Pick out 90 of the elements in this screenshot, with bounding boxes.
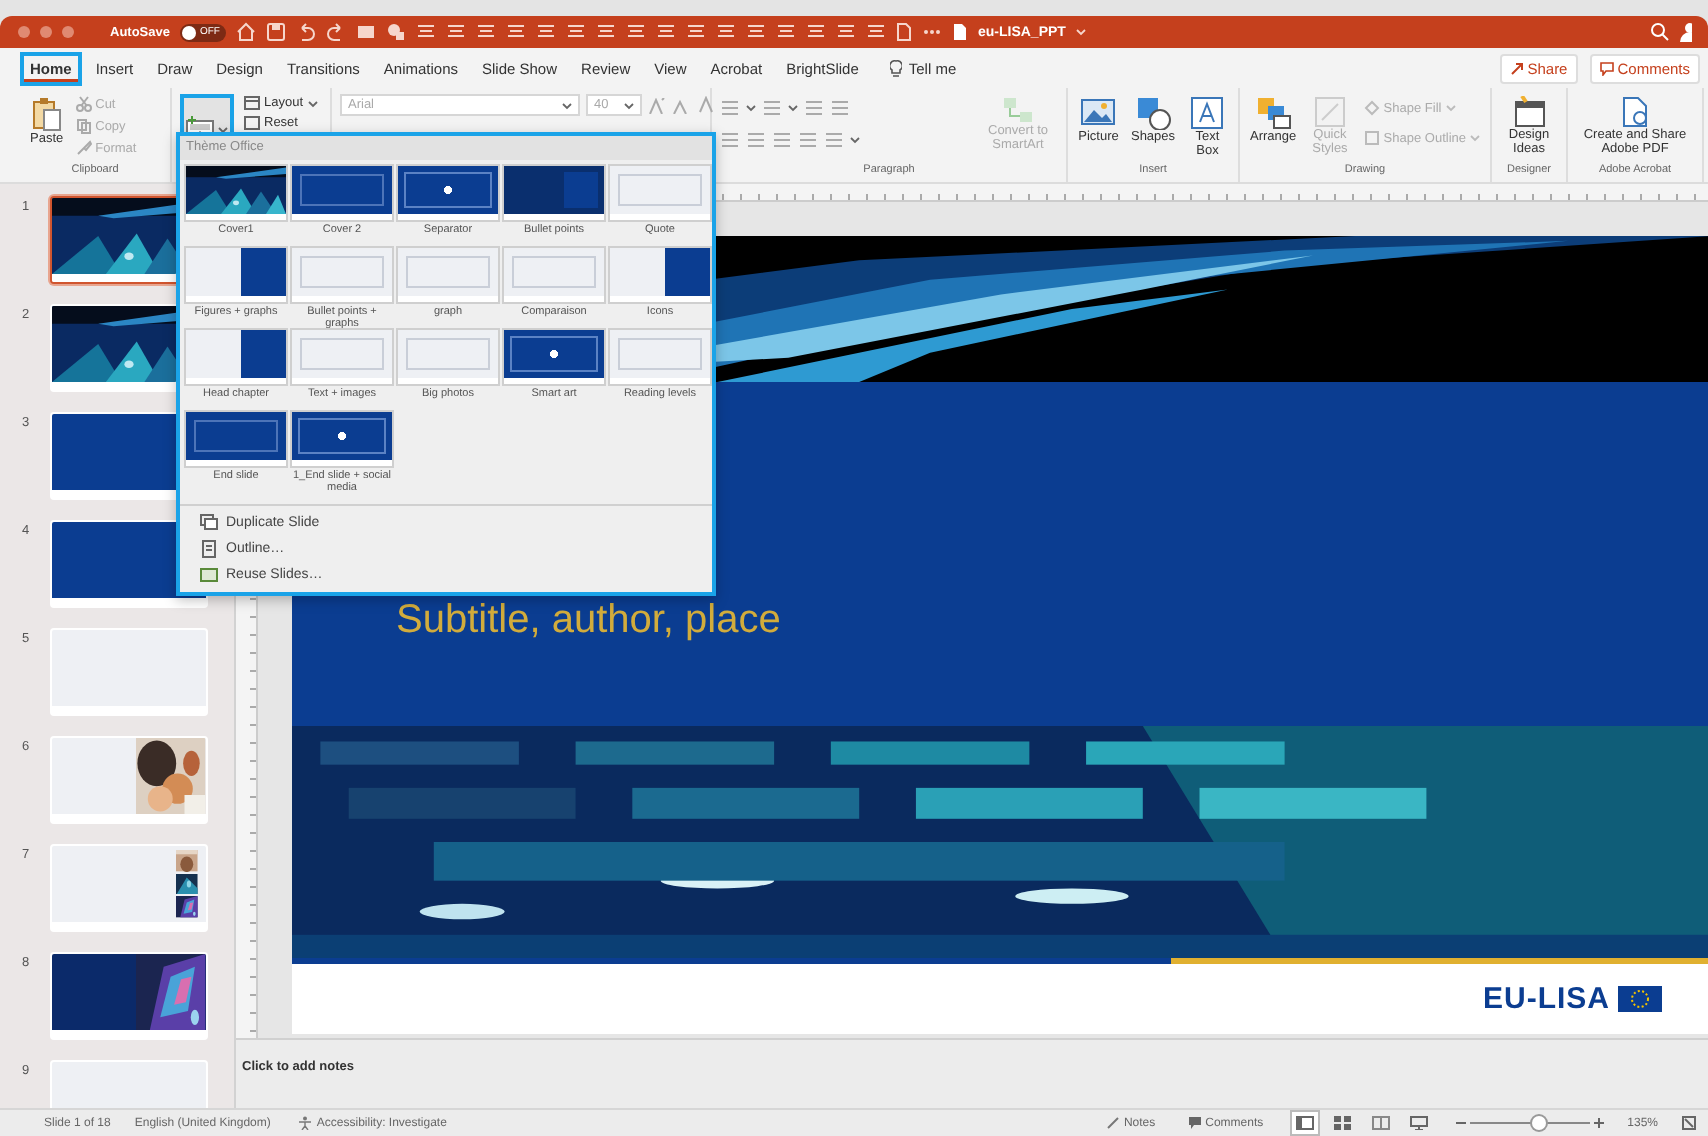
plus-icon (1593, 1118, 1604, 1128)
caret-icon (1470, 134, 1480, 142)
caret-icon (746, 104, 756, 112)
align-center-icon (746, 130, 766, 150)
numbering-icon (762, 98, 782, 118)
layout-icon (244, 96, 260, 110)
indent-icon (804, 98, 824, 118)
slide-thumbnail[interactable] (50, 844, 208, 932)
align-icon (625, 22, 646, 42)
align-icon (655, 22, 676, 42)
caret-icon (218, 125, 228, 133)
book-view-icon (1371, 1116, 1390, 1130)
align-icon (745, 22, 766, 42)
document-icon (200, 539, 218, 557)
columns-icon (830, 98, 850, 118)
quick-styles-icon (1313, 96, 1346, 128)
align-icon (805, 22, 826, 42)
document-icon (895, 22, 912, 42)
folder-icon (200, 565, 218, 583)
caret-icon (788, 104, 798, 112)
align-icon (595, 22, 616, 42)
smartart-icon (1002, 96, 1034, 124)
home-icon (235, 22, 256, 42)
clipboard-icon (30, 96, 63, 132)
caret-icon (562, 101, 572, 109)
slide-thumbnail[interactable] (50, 952, 208, 1040)
align-icon (535, 22, 556, 42)
grow-font-icon (648, 97, 666, 113)
image-icon (1080, 96, 1117, 130)
align-icon (415, 22, 436, 42)
fit-window-icon (1682, 1116, 1696, 1130)
align-icon (835, 22, 856, 42)
brush-icon (75, 140, 92, 156)
comment-icon (1599, 61, 1614, 75)
align-icon (565, 22, 586, 42)
more-icon (921, 28, 942, 36)
design-ideas-icon (1513, 96, 1545, 128)
search-icon (1650, 22, 1670, 42)
scissors-icon (75, 96, 92, 112)
align-left-icon (720, 130, 740, 150)
shrink-font-icon (672, 97, 690, 113)
presentation-view-button[interactable] (1405, 1112, 1432, 1134)
undo-icon (295, 22, 316, 42)
align-icon (775, 22, 796, 42)
pdf-icon (1621, 96, 1649, 128)
bullets-icon (720, 98, 740, 118)
justify-icon (798, 130, 818, 150)
minus-icon (1455, 1118, 1466, 1128)
presentation-view-icon (1409, 1116, 1428, 1130)
window-controls-icon (16, 24, 76, 40)
flag-icon (1618, 986, 1662, 1012)
arrange-icon (1255, 96, 1292, 130)
lightbulb-icon (890, 59, 903, 77)
duplicate-icon (200, 513, 218, 531)
caret-icon (1075, 28, 1086, 36)
shapes-icon (1135, 96, 1171, 130)
redo-icon (325, 22, 346, 42)
logo-text: EU-LISA (1483, 982, 1610, 1016)
normal-view-button[interactable] (1291, 1112, 1318, 1134)
share-icon (1509, 61, 1524, 75)
text-direction-icon (824, 130, 844, 150)
document-icon (951, 22, 968, 42)
align-icon (865, 22, 886, 42)
save-icon (265, 22, 286, 42)
copy-icon (75, 118, 92, 134)
grid-view-button[interactable] (1329, 1112, 1356, 1134)
zoom-slider-thumb[interactable] (1531, 1116, 1546, 1130)
shapes-icon (385, 22, 406, 42)
caret-icon (1445, 104, 1456, 112)
align-right-icon (772, 130, 792, 150)
align-icon (445, 22, 466, 42)
book-view-button[interactable] (1367, 1112, 1394, 1134)
caret-icon (850, 136, 860, 144)
slide-thumbnail[interactable] (50, 736, 208, 824)
slide-thumbnail[interactable] (50, 628, 208, 716)
person-icon (1680, 22, 1692, 42)
accessibility-icon (298, 1116, 313, 1130)
align-icon (715, 22, 736, 42)
align-icon (685, 22, 706, 42)
slide-subtitle: Subtitle, author, place (396, 598, 783, 644)
align-icon (475, 22, 496, 42)
normal-view-icon (1295, 1116, 1314, 1130)
clear-format-icon (696, 96, 714, 114)
image-icon (355, 22, 376, 42)
caret-icon (307, 99, 318, 107)
text-box-icon (1189, 96, 1226, 130)
caret-icon (624, 101, 634, 109)
align-icon (505, 22, 526, 42)
comment-icon (1187, 1116, 1202, 1130)
grid-view-icon (1333, 1116, 1352, 1130)
